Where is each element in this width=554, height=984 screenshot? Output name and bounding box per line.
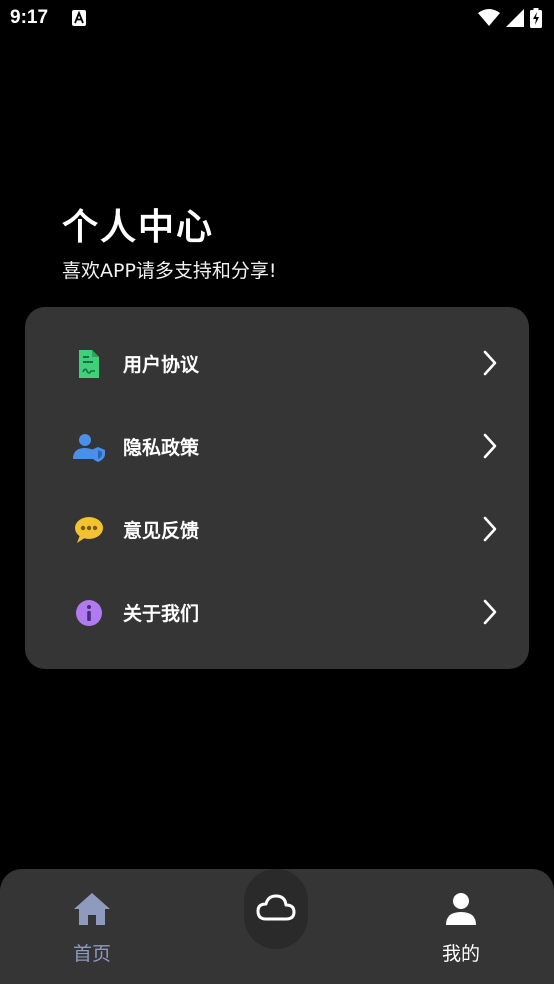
status-bar: 9:17 (0, 0, 554, 38)
nav-tab-home[interactable]: 首页 (32, 869, 152, 984)
menu-item-label: 用户协议 (123, 354, 200, 376)
nav-tab-mine-label: 我的 (441, 943, 480, 965)
menu-item-label: 关于我们 (123, 603, 200, 625)
chevron-right-icon (483, 516, 497, 542)
menu-item-feedback[interactable]: 意见反馈 (25, 494, 529, 564)
user-shield-icon (73, 434, 105, 462)
menu-item-label: 意见反馈 (123, 520, 200, 542)
page-subtitle: 喜欢APP请多支持和分享! (62, 260, 277, 282)
nav-tab-mine[interactable]: 我的 (401, 869, 521, 984)
chevron-right-icon (483, 350, 497, 376)
menu-item-about-us[interactable]: 关于我们 (25, 577, 529, 647)
cloud-icon (256, 894, 296, 921)
status-icons (478, 8, 542, 28)
chevron-right-icon (483, 433, 497, 459)
home-icon (74, 893, 110, 925)
battery-charging-icon (530, 8, 542, 28)
wifi-icon (478, 9, 500, 26)
a-notification-icon (72, 10, 86, 26)
menu-card: 用户协议 隐私政策 意见反馈 关于我们 (25, 307, 529, 669)
nav-tab-home-label: 首页 (72, 943, 111, 965)
document-icon (79, 350, 99, 378)
chat-bubble-icon (75, 517, 103, 543)
status-time: 9:17 (10, 7, 49, 28)
menu-item-privacy-policy[interactable]: 隐私政策 (25, 411, 529, 481)
nav-center-cloud-button[interactable] (244, 869, 308, 949)
info-icon (76, 600, 102, 626)
menu-item-label: 隐私政策 (123, 437, 200, 459)
chevron-right-icon (483, 599, 497, 625)
menu-item-user-agreement[interactable]: 用户协议 (25, 328, 529, 398)
page-title: 个人中心 (62, 207, 215, 248)
person-icon (446, 893, 476, 925)
signal-icon (506, 9, 524, 27)
